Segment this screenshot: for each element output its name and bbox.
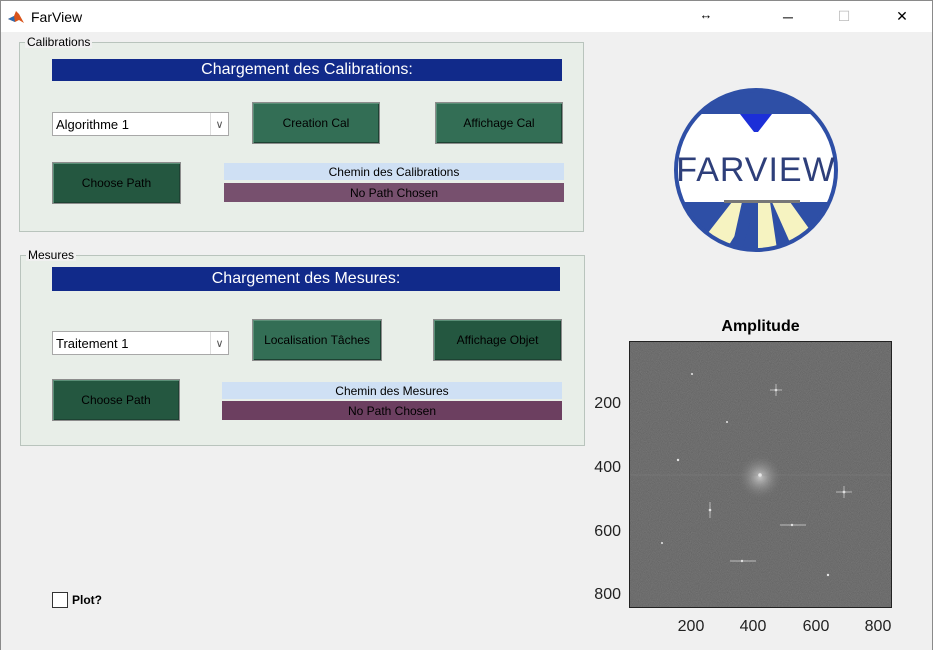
matlab-icon (7, 8, 25, 26)
chevron-down-icon[interactable]: ∨ (210, 332, 228, 354)
mesures-panel-title: Mesures (26, 248, 77, 262)
calibrations-banner: Chargement des Calibrations: (52, 59, 562, 81)
mesures-path-header: Chemin des Mesures (222, 382, 562, 399)
algorithm-select[interactable]: Algorithme 1 ∨ (52, 112, 229, 136)
minimize-button[interactable]: ─ (765, 1, 811, 32)
y-tick-label: 200 (594, 395, 621, 412)
chevron-down-icon[interactable]: ∨ (210, 113, 228, 135)
calibrations-panel: Calibrations Chargement des Calibrations… (19, 36, 584, 232)
x-tick-label: 200 (677, 618, 705, 635)
close-button[interactable]: ✕ (879, 1, 925, 32)
affichage-cal-button[interactable]: Affichage Cal (435, 102, 563, 144)
localisation-taches-button[interactable]: Localisation Tâches (252, 319, 382, 361)
client-area: Calibrations Chargement des Calibrations… (1, 32, 932, 650)
plot-checkbox[interactable] (52, 592, 68, 608)
logo-text: FARVIEW (676, 151, 835, 189)
resize-icon[interactable]: ↔ (683, 4, 729, 24)
algorithm-select-value: Algorithme 1 (56, 116, 129, 132)
creation-cal-button[interactable]: Creation Cal (252, 102, 380, 144)
maximize-button[interactable]: ☐ (821, 1, 867, 32)
mesures-panel: Mesures Chargement des Mesures: Traiteme… (20, 249, 585, 446)
farview-logo: FARVIEW (674, 88, 838, 252)
y-tick-label: 400 (594, 459, 621, 476)
amplitude-image (629, 341, 892, 608)
calibrations-panel-title: Calibrations (25, 35, 93, 49)
calibrations-choose-path-button[interactable]: Choose Path (52, 162, 181, 204)
title-bar: FarView ↔ ─ ☐ ✕ (1, 1, 932, 32)
treatment-select-value: Traitement 1 (56, 335, 129, 351)
calibrations-path-value: No Path Chosen (224, 183, 564, 202)
amplitude-title: Amplitude (721, 318, 800, 335)
x-tick-label: 800 (864, 618, 892, 635)
treatment-select[interactable]: Traitement 1 ∨ (52, 331, 229, 355)
mesures-banner: Chargement des Mesures: (52, 267, 560, 291)
mesures-path-value: No Path Chosen (222, 401, 562, 420)
x-tick-label: 400 (739, 618, 767, 635)
window-title: FarView (31, 9, 83, 25)
app-window: FarView ↔ ─ ☐ ✕ Calibrations Chargement … (0, 0, 933, 650)
y-tick-label: 600 (594, 523, 621, 540)
amplitude-image-svg (630, 342, 891, 607)
x-tick-label: 600 (802, 618, 830, 635)
affichage-objet-button[interactable]: Affichage Objet (433, 319, 562, 361)
y-tick-label: 800 (594, 586, 621, 603)
plot-checkbox-label: Plot? (72, 593, 102, 607)
mesures-choose-path-button[interactable]: Choose Path (52, 379, 180, 421)
calibrations-path-header: Chemin des Calibrations (224, 163, 564, 180)
